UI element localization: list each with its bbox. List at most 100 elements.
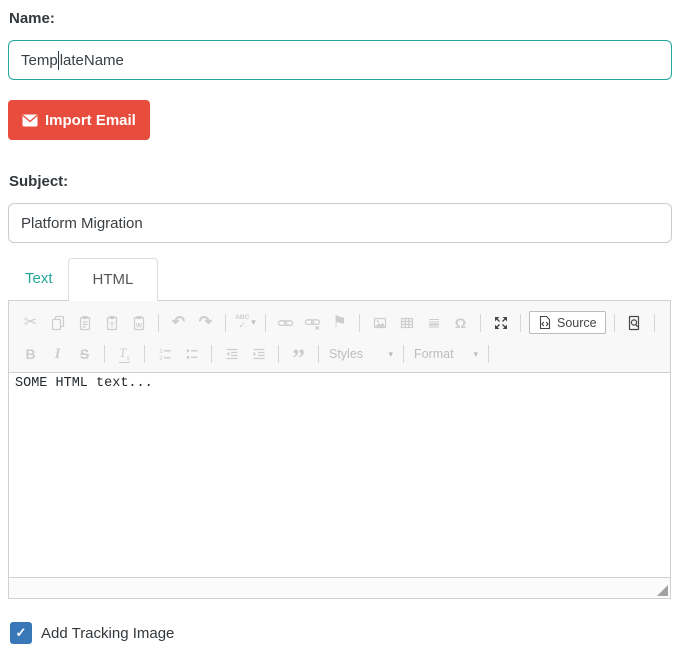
- strikethrough-icon: S: [80, 346, 89, 362]
- toolbar-separator: [278, 345, 279, 363]
- bullet-list-icon: [184, 346, 200, 362]
- subject-input[interactable]: Platform Migration: [8, 203, 672, 243]
- omega-icon: Ω: [455, 316, 466, 330]
- checkmark-icon: ✓: [16, 625, 27, 641]
- paste-from-word-button[interactable]: W: [125, 311, 152, 335]
- template-editor-page: Name: TemplateName Import Email Subject:…: [0, 0, 682, 644]
- undo-button[interactable]: ↶: [165, 311, 192, 335]
- toolbar-row-1: ✂ T: [17, 306, 662, 339]
- redo-button[interactable]: ↷: [192, 311, 219, 335]
- tab-html[interactable]: HTML: [68, 258, 159, 301]
- decrease-indent-button[interactable]: [218, 342, 245, 366]
- name-value-after-caret: lateName: [60, 52, 124, 69]
- spellcheck-icon: ABC ✓: [235, 315, 249, 330]
- anchor-button[interactable]: ⚑: [326, 311, 353, 335]
- remove-format-icon: Tx: [119, 345, 130, 364]
- name-value-before-caret: Temp: [21, 52, 58, 69]
- paste-plain-text-button[interactable]: T: [98, 311, 125, 335]
- chevron-down-icon: ▾: [473, 349, 478, 360]
- rich-text-editor: ✂ T: [8, 300, 671, 599]
- toolbar-separator: [265, 314, 266, 332]
- resize-handle[interactable]: [657, 585, 668, 596]
- copy-icon: [50, 315, 66, 331]
- toolbar-separator: [318, 345, 319, 363]
- toolbar-separator: [654, 314, 655, 332]
- italic-icon: I: [55, 346, 61, 363]
- chevron-down-icon: ▾: [388, 349, 393, 360]
- numbered-list-button[interactable]: 1 2: [151, 342, 178, 366]
- envelope-icon: [22, 114, 38, 127]
- paste-icon: [77, 315, 93, 331]
- toolbar-separator: [158, 314, 159, 332]
- copy-button[interactable]: [44, 311, 71, 335]
- preview-icon: [626, 315, 642, 331]
- maximize-button[interactable]: [487, 311, 514, 335]
- strikethrough-button[interactable]: S: [71, 342, 98, 366]
- import-email-label: Import Email: [45, 112, 136, 129]
- styles-dropdown[interactable]: Styles ▾: [325, 347, 397, 361]
- subject-value: Platform Migration: [21, 215, 143, 232]
- anchor-flag-icon: ⚑: [332, 315, 346, 331]
- image-icon: [372, 315, 388, 331]
- special-character-button[interactable]: Ω: [447, 311, 474, 335]
- toolbar-separator: [488, 345, 489, 363]
- unlink-button[interactable]: [299, 311, 326, 335]
- toolbar-separator: [520, 314, 521, 332]
- italic-button[interactable]: I: [44, 342, 71, 366]
- bullet-list-button[interactable]: [178, 342, 205, 366]
- horizontal-rule-icon: [426, 315, 442, 331]
- horizontal-rule-button[interactable]: [420, 311, 447, 335]
- svg-text:2: 2: [159, 356, 163, 362]
- blockquote-button[interactable]: ”: [285, 342, 312, 366]
- toolbar-row-2: B I S Tx 1 2: [17, 339, 662, 369]
- chevron-down-icon: ▾: [251, 317, 256, 328]
- source-toggle-button[interactable]: Source: [529, 311, 606, 334]
- add-tracking-image-checkbox[interactable]: ✓: [10, 622, 32, 644]
- bold-button[interactable]: B: [17, 342, 44, 366]
- blockquote-icon: ”: [292, 355, 305, 363]
- add-tracking-image-label: Add Tracking Image: [41, 625, 174, 642]
- paste-from-word-icon: W: [131, 315, 147, 331]
- name-input[interactable]: TemplateName: [8, 40, 672, 80]
- unlink-icon: [304, 315, 321, 331]
- paste-plain-text-icon: T: [104, 315, 120, 331]
- editor-toolbar: ✂ T: [9, 301, 670, 373]
- paste-button[interactable]: [71, 311, 98, 335]
- table-button[interactable]: [393, 311, 420, 335]
- remove-format-button[interactable]: Tx: [111, 342, 138, 366]
- editor-mode-tabs: Text HTML: [8, 257, 672, 300]
- increase-indent-button[interactable]: [245, 342, 272, 366]
- name-label: Name:: [9, 10, 672, 27]
- bold-icon: B: [25, 346, 35, 362]
- source-code-textarea[interactable]: SOME HTML text...: [9, 373, 670, 577]
- svg-text:W: W: [135, 322, 142, 329]
- toolbar-separator: [144, 345, 145, 363]
- toolbar-separator: [104, 345, 105, 363]
- tab-text[interactable]: Text: [10, 257, 68, 300]
- toolbar-separator: [403, 345, 404, 363]
- image-button[interactable]: [366, 311, 393, 335]
- format-dropdown[interactable]: Format ▾: [410, 347, 482, 361]
- source-button-label: Source: [557, 316, 597, 330]
- tracking-image-row: ✓ Add Tracking Image: [10, 622, 672, 644]
- link-icon: [277, 315, 294, 331]
- preview-button[interactable]: [621, 311, 648, 335]
- undo-icon: ↶: [172, 315, 185, 331]
- toolbar-separator: [614, 314, 615, 332]
- spellcheck-button[interactable]: ABC ✓ ▾: [232, 311, 259, 335]
- link-button[interactable]: [272, 311, 299, 335]
- numbered-list-icon: 1 2: [157, 346, 173, 362]
- svg-text:T: T: [109, 322, 114, 329]
- decrease-indent-icon: [224, 346, 240, 362]
- svg-text:1: 1: [159, 349, 163, 355]
- cut-button[interactable]: ✂: [17, 311, 44, 335]
- toolbar-separator: [480, 314, 481, 332]
- table-icon: [399, 315, 415, 331]
- import-email-button[interactable]: Import Email: [8, 100, 150, 140]
- increase-indent-icon: [251, 346, 267, 362]
- editor-status-bar: [9, 577, 670, 598]
- source-code-icon: [538, 315, 552, 330]
- redo-icon: ↷: [199, 315, 212, 331]
- maximize-icon: [493, 315, 509, 331]
- format-dropdown-label: Format: [414, 347, 454, 361]
